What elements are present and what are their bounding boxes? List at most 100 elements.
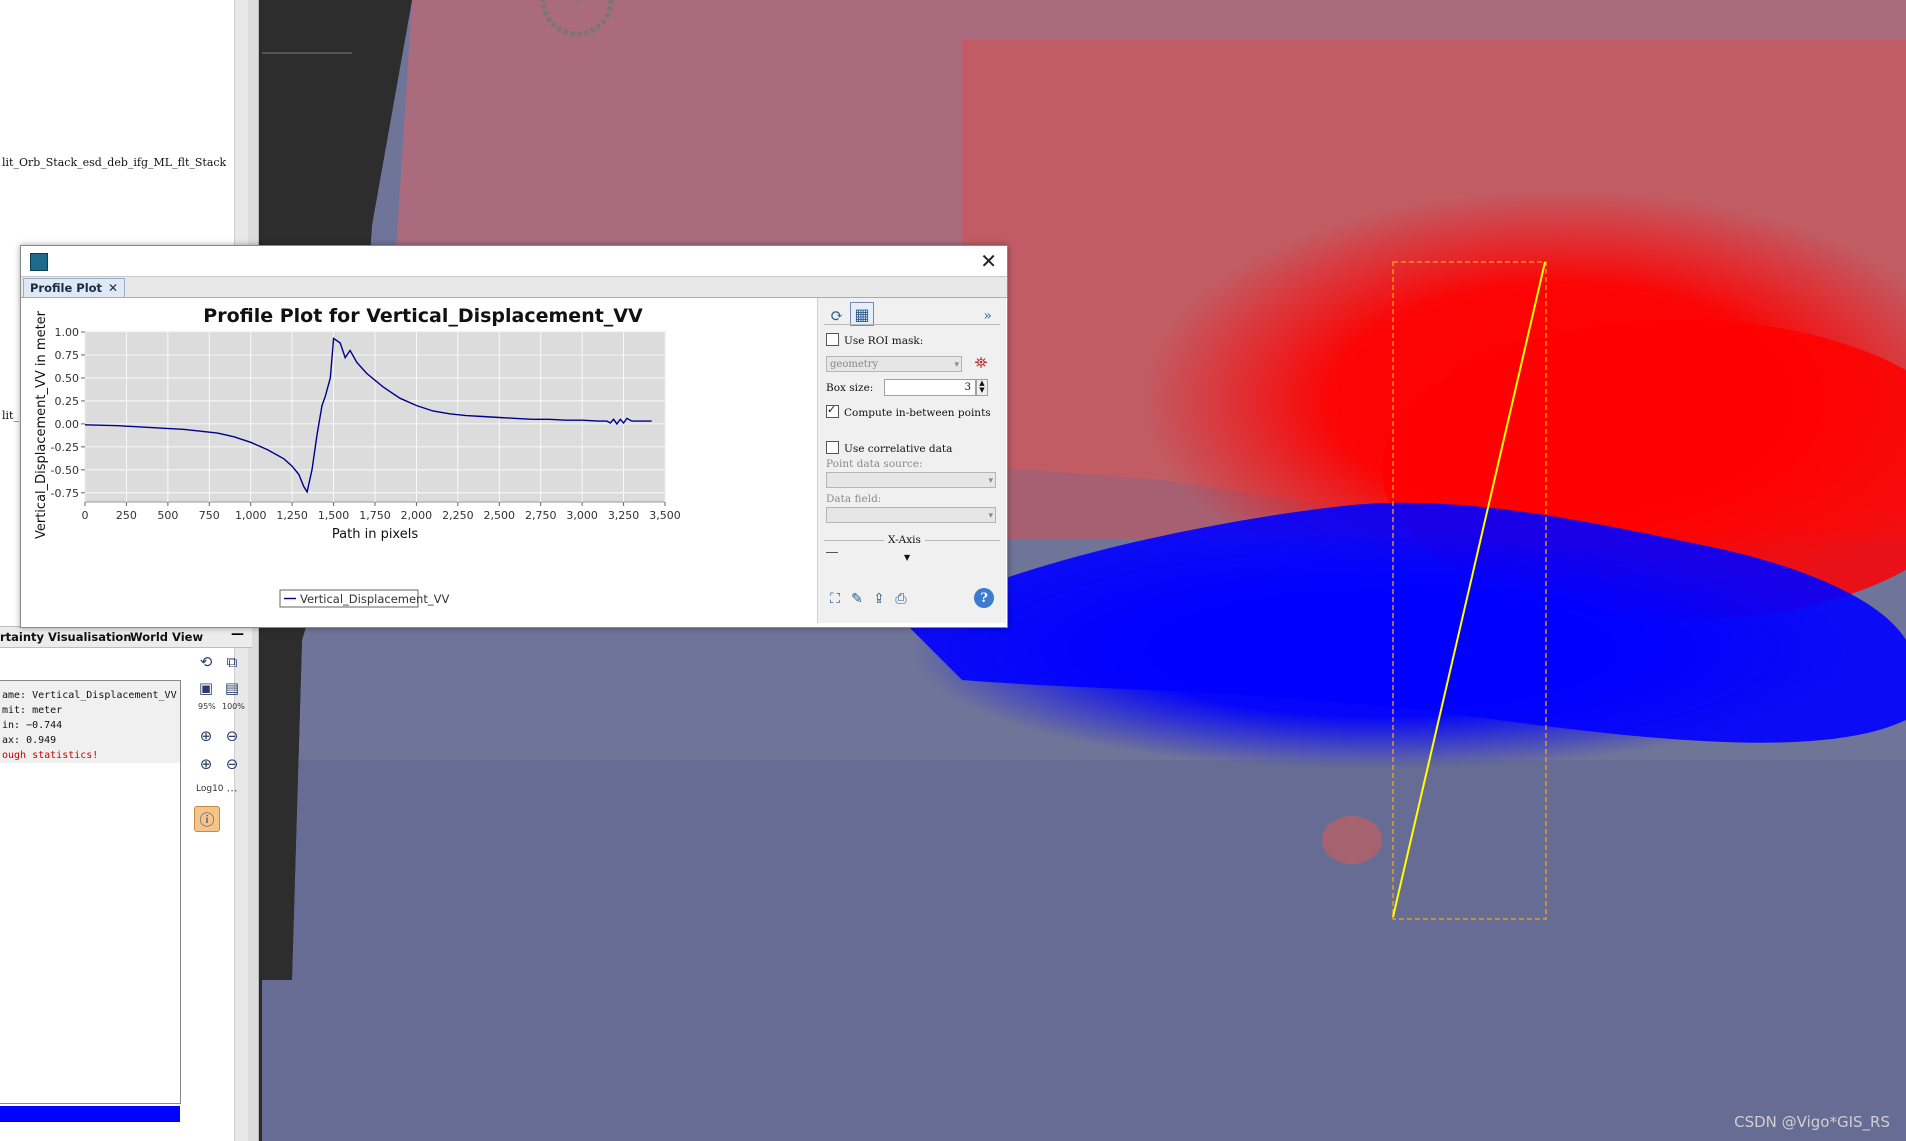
expand-button[interactable]: » [983,308,992,324]
legend: Vertical_Displacement_VV [279,589,449,608]
nav-divider [262,52,352,54]
x-tick-label: 1,250 [276,509,308,522]
x-tick-label: 2,250 [442,509,474,522]
roi-mask-value: geometry [830,359,879,370]
roi-mask-label: Use ROI mask: [844,335,924,347]
watermark: CSDN @Vigo*GIS_RS [1734,1113,1890,1131]
x-tick-label: 1,500 [318,509,350,522]
x-axis-label: X-Axis [884,534,925,546]
x-tick-label: 1,750 [359,509,391,522]
colour-manipulation-info: ame: Vertical_Displacement_VV mit: meter… [0,680,181,1104]
table-view-icon[interactable]: ▦ [850,302,874,326]
tab-world-view[interactable]: World View [130,630,203,644]
colour-tools: ⟲ ⧉ ▣ ▤ 95% 100% ⊕ ⊖ ⊕ ⊖ Log10 ⋯ ⓘ [190,650,250,850]
y-tick-label: 0.00 [55,418,80,431]
export-icon[interactable]: ⇪ [868,588,890,610]
roi-mask-row[interactable]: Use ROI mask: [826,333,923,347]
point-source-label: Point data source: [826,458,923,470]
data-field-label: Data field: [826,493,882,505]
chart-title: Profile Plot for Vertical_Displacement_V… [203,305,643,327]
y-tick-label: 0.75 [55,349,80,362]
compute-between-label: Compute in-between points [844,407,991,419]
minimize-button[interactable]: — [231,627,244,642]
dialog-titlebar[interactable]: ✕ [21,246,1007,276]
tree-item-partial[interactable]: lit_ [2,409,19,422]
zoom-out-icon[interactable]: ⊖ [220,752,244,776]
close-button[interactable]: ✕ [980,249,997,273]
zoom-all-icon[interactable]: ⛶ [824,588,846,610]
zoom-in-icon[interactable]: ⊕ [194,752,218,776]
band-name: ame: Vertical_Displacement_VV [2,690,177,701]
y-tick-label: -0.75 [51,487,79,500]
y-tick-label: -0.50 [51,464,79,477]
band-unit: mit: meter [2,705,63,716]
x-tick-labels: 0 250 500 750 1,000 1,250 1,500 1,750 2,000 2,250… [82,502,681,522]
info-icon[interactable]: ⓘ [194,806,220,832]
y-axis-label: Vertical_Displacement_VV in meter [34,310,49,539]
roi-mask-checkbox[interactable] [826,333,839,346]
x-axis-label: Path in pixels [332,527,418,542]
print-icon[interactable]: ⎙ [890,588,912,610]
y-tick-label: 0.25 [55,395,80,408]
box-size-spinner[interactable]: ▲ ▼ [976,379,988,396]
legend-entry: Vertical_Displacement_VV [300,592,449,606]
y-tick-label: -0.25 [51,441,79,454]
refresh-icon[interactable]: ⟳ [826,304,848,326]
profile-plot-dialog: ✕ Profile Plot ✕ Profile Plot for Vertic… [20,245,1008,628]
y-tick-label: 0.50 [55,372,80,385]
profile-options-panel: ⟳ ▦ » Use ROI mask: geometry ▾ ⛯ Box size… [817,298,1006,623]
point-source-select[interactable]: ▾ [826,472,996,488]
x-tick-label: 1,000 [235,509,267,522]
multi-apply-icon[interactable]: ⧉ [220,650,244,674]
tab-close-icon[interactable]: ✕ [108,281,118,295]
x-tick-label: 3,250 [608,509,640,522]
x-tick-label: 500 [157,509,178,522]
x-tick-label: 2,500 [484,509,516,522]
x-tick-label: 0 [82,509,89,522]
tab-profile-plot[interactable]: Profile Plot ✕ [23,278,126,297]
x-tick-label: 3,000 [566,509,598,522]
x-tick-label: 3,500 [649,509,681,522]
compute-between-checkbox[interactable] [826,403,839,418]
profile-chart[interactable]: Profile Plot for Vertical_Displacement_V… [23,298,815,623]
tool-tabs: rtainty Visualisation World View — [0,626,252,648]
box-size-input[interactable]: 3 [884,379,976,396]
x-axis-dash [826,552,838,553]
correlative-label: Use correlative data [844,443,953,455]
x-tick-label: 750 [199,509,220,522]
y-tick-label: 1.00 [55,326,80,339]
compute-between-row[interactable]: Compute in-between points [826,403,991,419]
reset-icon[interactable]: ⟲ [194,650,218,674]
edit-icon[interactable]: ✎ [846,588,868,610]
band-min: in: −0.744 [2,720,63,731]
dropdown-arrow-icon[interactable]: ▼ [904,553,910,562]
distribute-icon[interactable]: ⋯ [220,778,244,802]
chart-svg[interactable]: Profile Plot for Vertical_Displacement_V… [23,298,815,623]
colour-palette-bar[interactable] [0,1106,180,1122]
x-tick-label: 2,000 [401,509,433,522]
tab-uncertainty-visualisation[interactable]: rtainty Visualisation [0,630,132,644]
import-icon[interactable]: ▣ [194,676,218,700]
range-95-label[interactable]: 95% [198,702,216,711]
range-100-label[interactable]: 100% [222,702,245,711]
help-icon[interactable]: ? [974,588,994,608]
band-max: ax: 0.949 [2,735,57,746]
roi-mask-select[interactable]: geometry ▾ [826,356,962,372]
zoom-vertical-in-icon[interactable]: ⊕ [194,724,218,748]
correlative-checkbox[interactable] [826,441,839,454]
zoom-vertical-out-icon[interactable]: ⊖ [220,724,244,748]
y-tick-labels: 1.00 0.75 0.50 0.25 0.00 -0.25 -0.50 -0.75 [51,326,85,500]
export-icon[interactable]: ▤ [220,676,244,700]
separator [824,324,1000,325]
tree-item-stack[interactable]: lit_Orb_Stack_esd_deb_ifg_ML_flt_Stack [2,156,226,169]
box-size-label: Box size: [826,382,874,394]
stats-warning: ough statistics! [2,750,99,761]
data-field-select[interactable]: ▾ [826,507,996,523]
x-tick-label: 2,750 [525,509,557,522]
correlative-row[interactable]: Use correlative data [826,441,952,455]
app-icon [30,253,48,271]
dialog-tabstrip: Profile Plot ✕ [21,276,1007,298]
tab-label: Profile Plot [30,281,103,295]
navigation-compass-icon[interactable] [532,0,622,40]
mask-manager-icon[interactable]: ⛯ [970,352,992,374]
